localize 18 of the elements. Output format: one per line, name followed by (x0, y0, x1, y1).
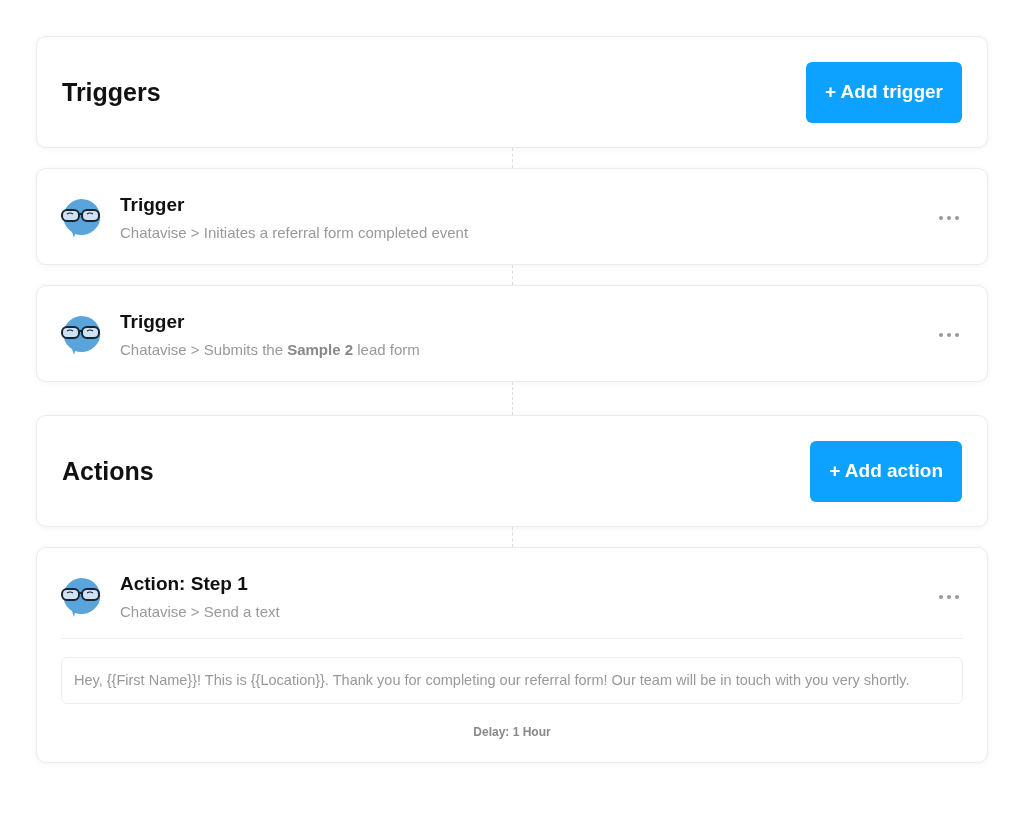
step-title: Trigger (120, 311, 186, 333)
add-button[interactable]: + Add action (810, 440, 962, 502)
delay-label: Delay: 1 Hour (472, 725, 552, 739)
section-title: Triggers (62, 77, 161, 107)
step-title: Trigger (120, 194, 186, 216)
add-button[interactable]: + Add trigger (805, 61, 962, 123)
step-description: Chatavise > Initiates a referral form completed event (120, 224, 470, 241)
chat-bubble-glasses-icon (61, 197, 101, 238)
more-icon[interactable] (939, 215, 959, 220)
chat-bubble-glasses-icon (61, 314, 101, 355)
step-description: Chatavise > Send a text (120, 603, 281, 620)
message-preview: Hey, {{First Name}}! This is {{Location}}. Thank you for completing our referral form! Our team will be in touch with you very shortly. (61, 657, 963, 704)
section-title: Actions (62, 456, 154, 486)
chat-bubble-glasses-icon (61, 576, 101, 617)
more-icon[interactable] (939, 594, 959, 599)
step-description: Chatavise > Submits the Sample 2 lead form (120, 341, 421, 358)
step-title: Action: Step 1 (120, 573, 249, 595)
more-icon[interactable] (939, 332, 959, 337)
